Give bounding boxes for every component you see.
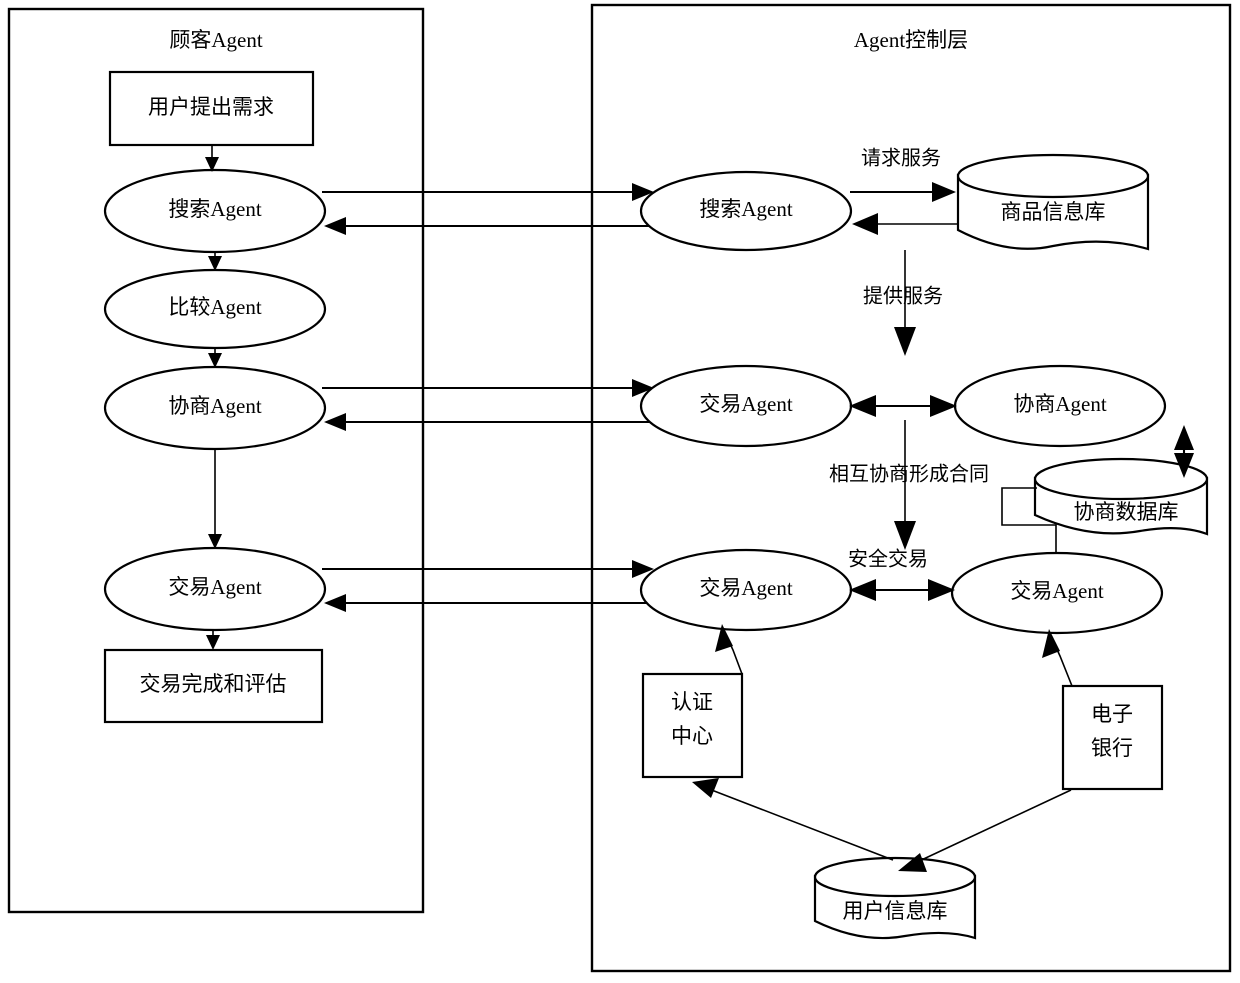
node-customer-negotiate-agent-label: 协商Agent [168, 394, 261, 418]
node-product-db-top [956, 153, 1150, 199]
arrowhead-compare-to-negotiate [208, 353, 222, 368]
node-ca-center-label-line2: 中心 [671, 724, 713, 748]
arrowhead-trade-negotiate-right [930, 395, 957, 417]
node-user-db-label: 用户信息库 [843, 899, 948, 923]
node-negotiate-db-label: 协商数据库 [1074, 500, 1179, 524]
panel-agent-control-layer-title: Agent控制层 [854, 28, 968, 52]
node-customer-compare-agent-label: 比较Agent [168, 295, 261, 319]
arrowhead-mutual-contract [894, 521, 916, 550]
edge-label-provide-service: 提供服务 [863, 285, 943, 308]
arrowhead-trade-negotiate-left [849, 395, 876, 417]
arrowhead-control-trade-to-customer-negotiate [324, 413, 346, 431]
edge-bank-to-user-db [914, 789, 1072, 864]
arrowhead-search-to-compare [208, 256, 222, 271]
arrowhead-trade-trade-left [849, 579, 876, 601]
node-user-request-label: 用户提出需求 [148, 95, 274, 119]
edge-user-db-to-ca [708, 788, 894, 861]
arrowhead-negotiate-to-trade [208, 534, 222, 549]
edge-label-secure-trade: 安全交易 [848, 548, 928, 571]
node-trade-complete-label: 交易完成和评估 [140, 672, 287, 696]
node-control-trade-agent-right-label: 交易Agent [1010, 579, 1103, 603]
node-control-search-agent-label: 搜索Agent [699, 197, 792, 221]
node-customer-trade-agent-label: 交易Agent [168, 575, 261, 599]
node-e-bank-label-line1: 电子 [1091, 702, 1133, 726]
diagram-canvas: 顾客Agent Agent控制层 用户提出需求 搜索Agent 比较Agent … [0, 0, 1240, 983]
edge-label-mutual-contract: 相互协商形成合同 [829, 463, 989, 486]
node-user-db-top [813, 856, 977, 898]
panel-customer-agent-title: 顾客Agent [169, 28, 262, 52]
architecture-diagram: 顾客Agent Agent控制层 用户提出需求 搜索Agent 比较Agent … [7, 3, 1232, 973]
node-product-db-label: 商品信息库 [1001, 200, 1106, 224]
node-e-bank-label-line2: 银行 [1091, 736, 1133, 760]
node-ca-center-label-line1: 认证 [671, 690, 713, 714]
node-customer-search-agent-label: 搜索Agent [168, 197, 261, 221]
arrowhead-product-db-to-search [852, 213, 878, 235]
node-control-trade-agent-mid-label: 交易Agent [699, 392, 792, 416]
arrowhead-trade-to-complete [206, 635, 220, 650]
node-control-negotiate-agent-label: 协商Agent [1013, 392, 1106, 416]
edge-label-request-service: 请求服务 [861, 147, 941, 170]
arrowhead-control-trade-to-customer-trade [324, 594, 346, 612]
arrowhead-provide-service [894, 327, 916, 356]
arrowhead-control-search-to-customer-search [324, 217, 346, 235]
arrowhead-user-db-to-ca [692, 778, 719, 798]
node-control-trade-agent-left-label: 交易Agent [699, 576, 792, 600]
arrowhead-search-to-product-db [932, 182, 956, 202]
arrowhead-negotiate-db-up [1174, 425, 1194, 450]
arrowhead-trade-trade-right [928, 579, 955, 601]
